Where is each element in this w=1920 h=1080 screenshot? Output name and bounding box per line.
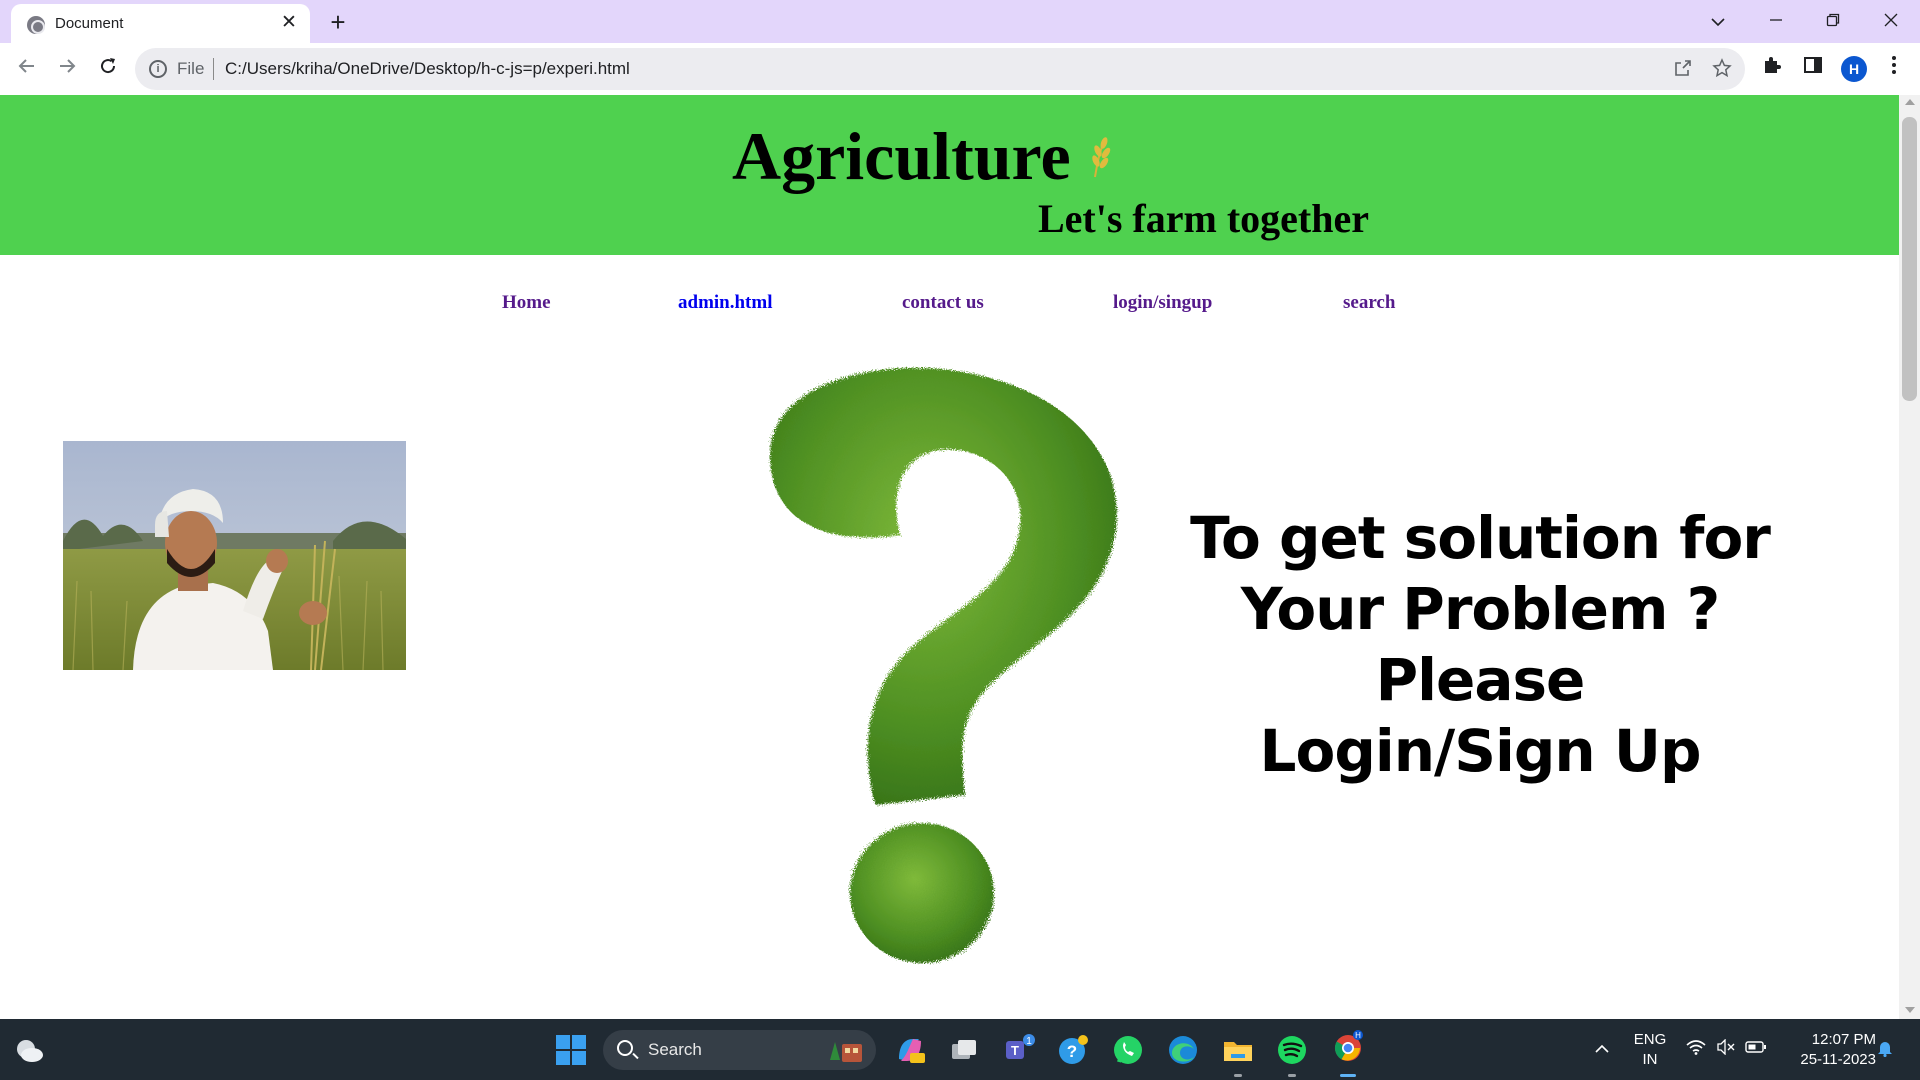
spotify-icon[interactable]: [1275, 1033, 1309, 1067]
close-window-icon[interactable]: [1869, 6, 1913, 36]
tab-strip: Document ✕ +: [0, 0, 1920, 43]
svg-text:T: T: [1011, 1043, 1019, 1058]
grass-question-mark-image: [770, 367, 1117, 963]
notification-bell-icon[interactable]: [1874, 1039, 1896, 1061]
nav-link-admin[interactable]: admin.html: [678, 292, 773, 314]
search-highlight-icon: [830, 1042, 862, 1062]
windows-taskbar: Search T 1 ? H ENG IN 12:07 PM 25-11-202…: [0, 1019, 1920, 1080]
task-view-icon[interactable]: [947, 1033, 981, 1067]
menu-kebab-icon[interactable]: [1880, 55, 1908, 83]
nav-link-login[interactable]: login/singup: [1113, 292, 1212, 314]
chrome-icon[interactable]: H: [1331, 1029, 1365, 1063]
nav-link-search[interactable]: search: [1343, 292, 1395, 314]
cta-line: To get solution for: [1190, 504, 1771, 572]
reload-icon[interactable]: [92, 53, 124, 85]
explorer-running-indicator: [1234, 1074, 1242, 1077]
farmer-photo: [63, 441, 406, 670]
extensions-puzzle-icon[interactable]: [1758, 55, 1786, 83]
svg-text:H: H: [1355, 1031, 1361, 1040]
login-call-to-action: To get solution for Your Problem ? Pleas…: [1190, 503, 1771, 787]
language-code: ENG: [1633, 1031, 1667, 1048]
nav-link-contact[interactable]: contact us: [902, 292, 984, 314]
url-scheme-label: File: [177, 59, 205, 78]
clock-date: 25-11-2023: [1800, 1051, 1876, 1068]
new-tab-button[interactable]: +: [323, 7, 353, 37]
bookmark-star-icon[interactable]: [1710, 58, 1734, 82]
tab-close-icon[interactable]: ✕: [278, 12, 300, 34]
teams-icon[interactable]: T 1: [1002, 1033, 1036, 1067]
start-windows-icon[interactable]: [556, 1035, 586, 1065]
cta-line: Please: [1375, 646, 1586, 714]
taskbar-search-label: Search: [648, 1040, 702, 1059]
whatsapp-icon[interactable]: [1111, 1033, 1145, 1067]
forward-arrow-icon[interactable]: [51, 53, 83, 85]
language-indicator[interactable]: ENG IN: [1630, 1030, 1670, 1070]
wifi-icon[interactable]: [1685, 1039, 1707, 1061]
cta-line: Your Problem ?: [1240, 575, 1721, 643]
wheat-icon: [1092, 137, 1111, 178]
share-icon[interactable]: [1671, 58, 1695, 82]
restore-icon[interactable]: [1811, 6, 1855, 36]
volume-muted-icon[interactable]: [1715, 1038, 1737, 1061]
site-header: Agriculture Let's farm together: [0, 95, 1899, 255]
clock[interactable]: 12:07 PM 25-11-2023: [1778, 1030, 1876, 1070]
search-icon: [617, 1040, 633, 1056]
web-page: Agriculture Let's farm together Home adm…: [0, 95, 1899, 1019]
minimize-icon[interactable]: [1754, 6, 1798, 36]
edge-icon[interactable]: [1166, 1033, 1200, 1067]
site-title: Agriculture: [732, 118, 1071, 194]
teams-badge: 1: [1026, 1036, 1032, 1047]
info-icon[interactable]: i: [149, 60, 167, 78]
page-scrollbar[interactable]: [1899, 95, 1920, 1019]
show-hidden-icons-chevron-icon[interactable]: [1591, 1039, 1613, 1061]
svg-text:?: ?: [1067, 1042, 1077, 1061]
language-region: IN: [1642, 1051, 1658, 1068]
address-bar[interactable]: i File C:/Users/kriha/OneDrive/Desktop/h…: [135, 48, 1745, 90]
site-tagline: Let's farm together: [1038, 196, 1369, 241]
tab-title: Document: [55, 15, 124, 32]
spotify-running-indicator: [1288, 1074, 1296, 1077]
clock-time: 12:07 PM: [1811, 1031, 1876, 1048]
tab-search-chevron-icon[interactable]: [1696, 6, 1740, 36]
chrome-active-indicator: [1340, 1074, 1356, 1077]
scroll-down-arrow-icon[interactable]: [1905, 1007, 1915, 1013]
profile-avatar[interactable]: H: [1841, 56, 1867, 82]
scroll-up-arrow-icon[interactable]: [1905, 99, 1915, 105]
taskbar-search-box[interactable]: Search: [603, 1030, 876, 1070]
nav-link-home[interactable]: Home: [502, 292, 551, 314]
browser-toolbar: i File C:/Users/kriha/OneDrive/Desktop/h…: [0, 43, 1920, 95]
side-panel-icon[interactable]: [1799, 55, 1827, 83]
scroll-thumb[interactable]: [1902, 117, 1917, 401]
help-icon[interactable]: ?: [1056, 1033, 1090, 1067]
weather-widget-icon[interactable]: [14, 1037, 44, 1063]
copilot-icon[interactable]: [893, 1033, 927, 1067]
globe-icon: [27, 16, 45, 34]
file-explorer-icon[interactable]: [1221, 1033, 1255, 1067]
back-arrow-icon[interactable]: [11, 53, 43, 85]
url-text[interactable]: C:/Users/kriha/OneDrive/Desktop/h-c-js=p…: [225, 59, 630, 79]
url-separator: [213, 58, 214, 80]
battery-icon[interactable]: [1745, 1039, 1767, 1061]
browser-tab[interactable]: Document ✕: [11, 4, 310, 43]
cta-line: Login/Sign Up: [1259, 717, 1702, 785]
